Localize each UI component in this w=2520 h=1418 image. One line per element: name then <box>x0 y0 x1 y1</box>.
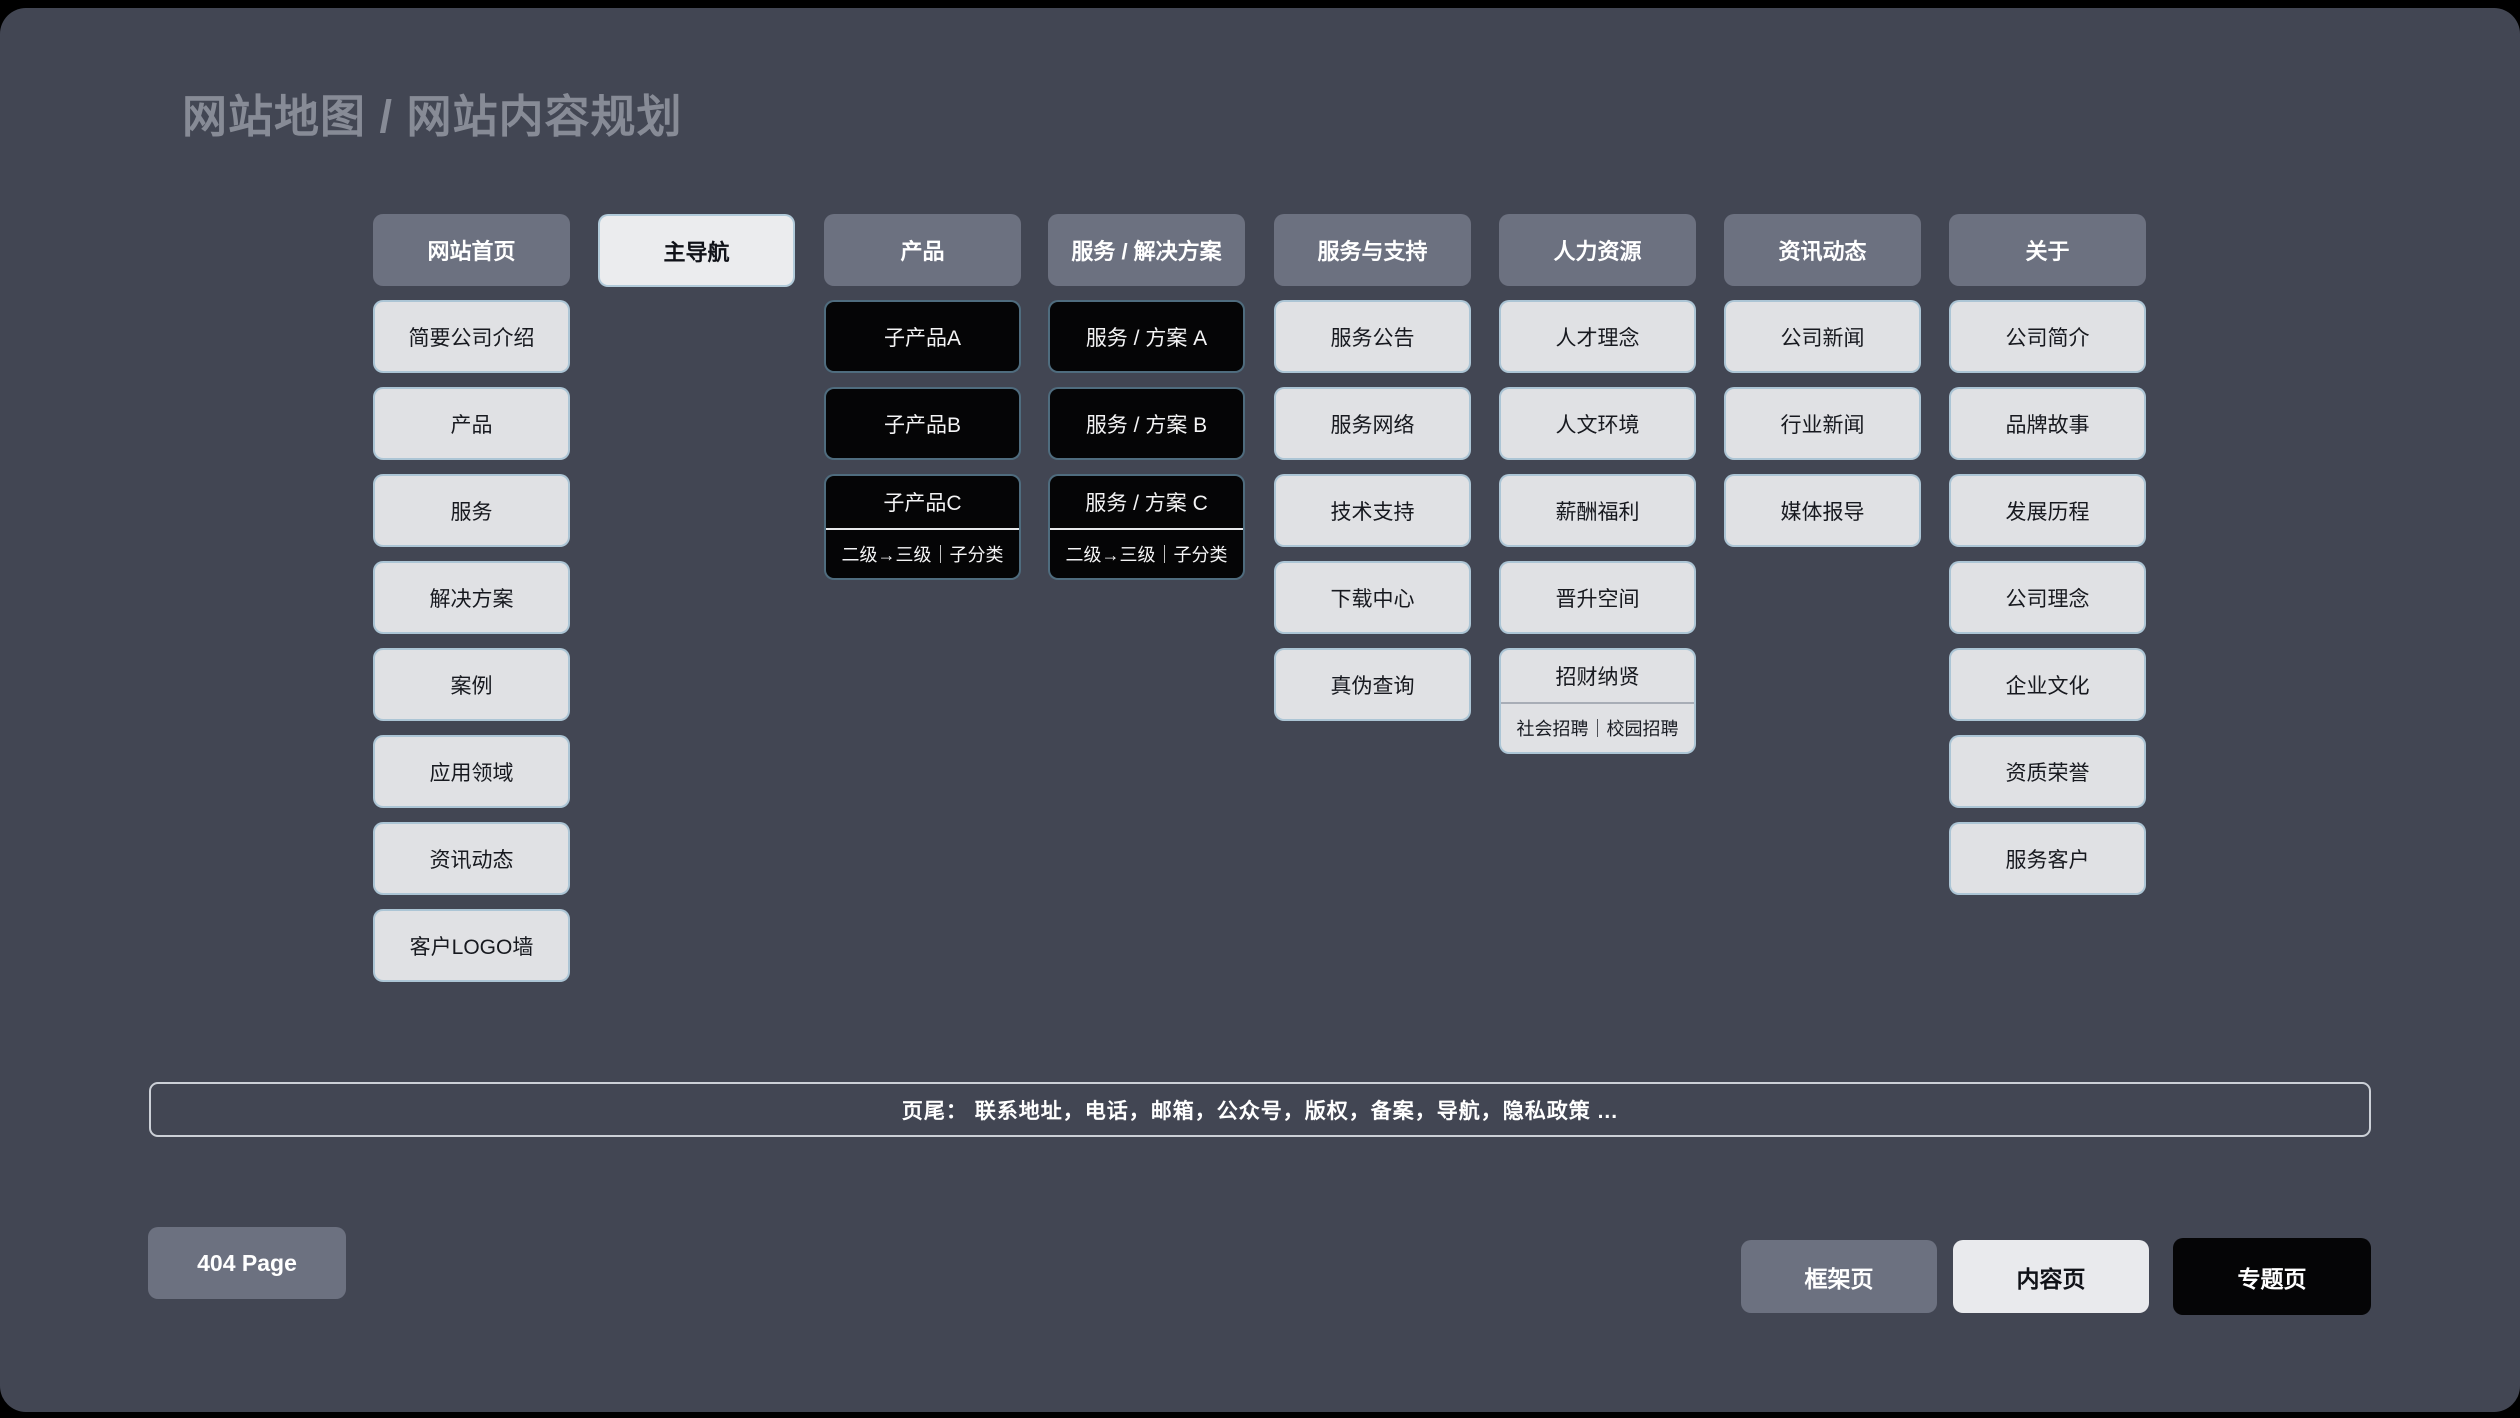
node-service-plan-b[interactable]: 服务 / 方案 B <box>1048 387 1245 460</box>
node-about-header[interactable]: 关于 <box>1949 214 2146 286</box>
node-recruiting[interactable]: 招财纳贤 社会招聘｜校园招聘 <box>1499 648 1696 754</box>
legend-frame-page[interactable]: 框架页 <box>1741 1240 1937 1313</box>
page-title: 网站地图 / 网站内容规划 <box>182 80 683 145</box>
node-news-header[interactable]: 资讯动态 <box>1724 214 1921 286</box>
node-home-fields[interactable]: 应用领域 <box>373 735 570 808</box>
node-home-products[interactable]: 产品 <box>373 387 570 460</box>
node-service-plan-a[interactable]: 服务 / 方案 A <box>1048 300 1245 373</box>
node-brand-story[interactable]: 品牌故事 <box>1949 387 2146 460</box>
node-home-news[interactable]: 资讯动态 <box>373 822 570 895</box>
node-company-profile[interactable]: 公司简介 <box>1949 300 2146 373</box>
node-sublabel: 二级→三级｜子分类 <box>1050 528 1243 578</box>
node-history[interactable]: 发展历程 <box>1949 474 2146 547</box>
column-news: 资讯动态 公司新闻 行业新闻 媒体报导 <box>1724 214 1921 547</box>
node-sub-product-c[interactable]: 子产品C 二级→三级｜子分类 <box>824 474 1021 580</box>
column-products: 产品 子产品A 子产品B 子产品C 二级→三级｜子分类 <box>824 214 1021 580</box>
node-home-cases[interactable]: 案例 <box>373 648 570 721</box>
legend-content-page[interactable]: 内容页 <box>1953 1240 2149 1313</box>
node-label: 子产品C <box>826 476 1019 528</box>
node-salary-benefits[interactable]: 薪酬福利 <box>1499 474 1696 547</box>
legend-special-page[interactable]: 专题页 <box>2173 1238 2371 1315</box>
node-corporate-culture[interactable]: 企业文化 <box>1949 648 2146 721</box>
node-company-news[interactable]: 公司新闻 <box>1724 300 1921 373</box>
sitemap-panel: 网站地图 / 网站内容规划 网站首页 简要公司介绍 产品 服务 解决方案 案例 … <box>0 8 2520 1412</box>
node-company-brief[interactable]: 简要公司介绍 <box>373 300 570 373</box>
node-main-nav[interactable]: 主导航 <box>598 214 795 287</box>
column-main-nav: 主导航 <box>598 214 795 287</box>
node-company-philosophy[interactable]: 公司理念 <box>1949 561 2146 634</box>
node-sub-product-b[interactable]: 子产品B <box>824 387 1021 460</box>
node-authenticity-check[interactable]: 真伪查询 <box>1274 648 1471 721</box>
node-sublabel: 二级→三级｜子分类 <box>826 528 1019 578</box>
node-industry-news[interactable]: 行业新闻 <box>1724 387 1921 460</box>
node-download-center[interactable]: 下载中心 <box>1274 561 1471 634</box>
node-hr-header[interactable]: 人力资源 <box>1499 214 1696 286</box>
node-sub-product-a[interactable]: 子产品A <box>824 300 1021 373</box>
node-home-services[interactable]: 服务 <box>373 474 570 547</box>
node-label: 服务 / 方案 C <box>1050 476 1243 528</box>
column-about: 关于 公司简介 品牌故事 发展历程 公司理念 企业文化 资质荣誉 服务客户 <box>1949 214 2146 895</box>
footer-bar[interactable]: 页尾： 联系地址，电话，邮箱，公众号，版权，备案，导航，隐私政策 ... <box>149 1082 2371 1137</box>
node-service-notice[interactable]: 服务公告 <box>1274 300 1471 373</box>
column-service-solutions: 服务 / 解决方案 服务 / 方案 A 服务 / 方案 B 服务 / 方案 C … <box>1048 214 1245 580</box>
node-home-header[interactable]: 网站首页 <box>373 214 570 286</box>
node-support-header[interactable]: 服务与支持 <box>1274 214 1471 286</box>
node-service-network[interactable]: 服务网络 <box>1274 387 1471 460</box>
node-sublabel: 社会招聘｜校园招聘 <box>1501 702 1694 752</box>
column-hr: 人力资源 人才理念 人文环境 薪酬福利 晋升空间 招财纳贤 社会招聘｜校园招聘 <box>1499 214 1696 754</box>
node-qualifications[interactable]: 资质荣誉 <box>1949 735 2146 808</box>
node-label: 招财纳贤 <box>1501 650 1694 702</box>
column-home: 网站首页 简要公司介绍 产品 服务 解决方案 案例 应用领域 资讯动态 客户LO… <box>373 214 570 982</box>
node-service-plan-c[interactable]: 服务 / 方案 C 二级→三级｜子分类 <box>1048 474 1245 580</box>
node-service-solutions-header[interactable]: 服务 / 解决方案 <box>1048 214 1245 286</box>
node-404-page[interactable]: 404 Page <box>148 1227 346 1299</box>
node-culture-environment[interactable]: 人文环境 <box>1499 387 1696 460</box>
node-home-solutions[interactable]: 解决方案 <box>373 561 570 634</box>
node-talent-philosophy[interactable]: 人才理念 <box>1499 300 1696 373</box>
node-media-reports[interactable]: 媒体报导 <box>1724 474 1921 547</box>
column-support: 服务与支持 服务公告 服务网络 技术支持 下载中心 真伪查询 <box>1274 214 1471 721</box>
node-served-clients[interactable]: 服务客户 <box>1949 822 2146 895</box>
node-promotion-space[interactable]: 晋升空间 <box>1499 561 1696 634</box>
node-tech-support[interactable]: 技术支持 <box>1274 474 1471 547</box>
sitemap-canvas: 网站地图 / 网站内容规划 网站首页 简要公司介绍 产品 服务 解决方案 案例 … <box>0 0 2520 1418</box>
node-products-header[interactable]: 产品 <box>824 214 1021 286</box>
node-home-logo-wall[interactable]: 客户LOGO墙 <box>373 909 570 982</box>
